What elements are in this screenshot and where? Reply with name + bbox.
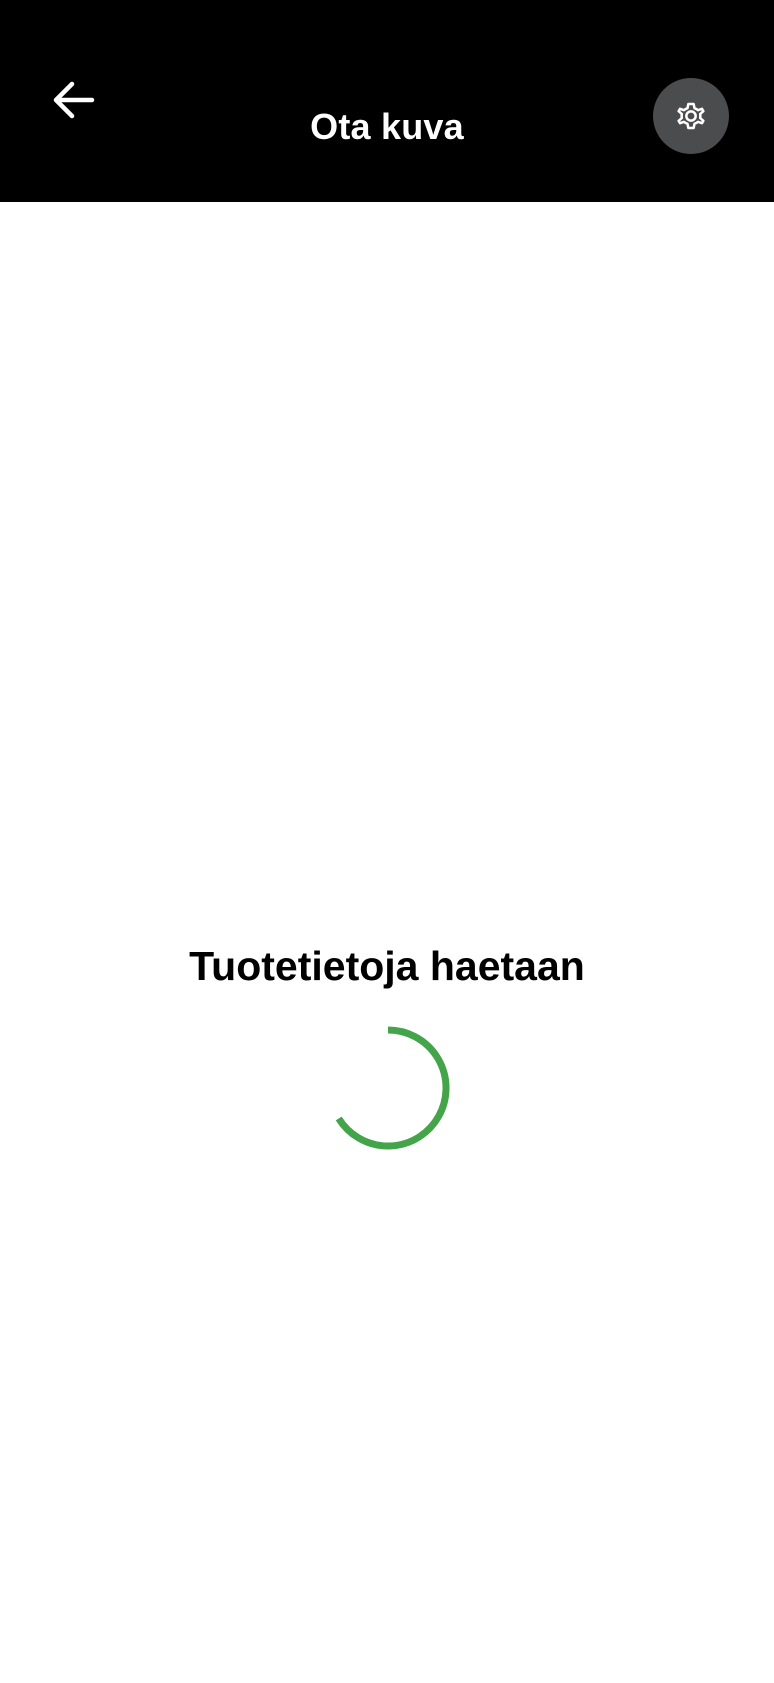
gear-icon <box>677 102 705 130</box>
loading-spinner <box>335 1026 450 1150</box>
top-app-bar: Ota kuva <box>0 0 774 202</box>
loading-message: Tuotetietoja haetaan <box>189 943 585 989</box>
app-screen: Ota kuva Tuotetietoja haetaan <box>0 0 774 1683</box>
settings-button[interactable] <box>653 78 729 154</box>
